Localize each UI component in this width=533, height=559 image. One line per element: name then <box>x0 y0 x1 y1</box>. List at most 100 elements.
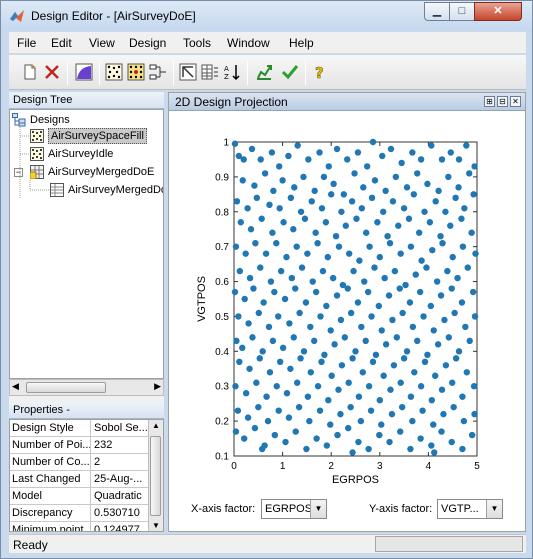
data-point <box>350 267 357 275</box>
tree-horizontal-scrollbar[interactable]: ◀ ▶ <box>9 379 164 396</box>
scroll-left-icon[interactable]: ◀ <box>12 381 19 392</box>
data-point <box>405 215 413 222</box>
property-key: Number of Poi... <box>12 437 91 453</box>
sort-icon[interactable]: AZ <box>223 63 241 81</box>
table-view-icon[interactable] <box>201 63 219 81</box>
status-text: Ready <box>13 538 48 552</box>
data-point <box>242 250 249 257</box>
data-point <box>406 299 414 306</box>
data-point <box>296 309 303 317</box>
title-bar[interactable]: Design Editor - [AirSurveyDoE] ▁ □ ✕ <box>1 1 532 31</box>
data-point <box>349 355 356 362</box>
data-point <box>269 229 276 236</box>
data-point <box>233 198 241 205</box>
collapse-toggle-icon[interactable]: − <box>14 168 23 177</box>
menu-design[interactable]: Design <box>129 36 166 50</box>
space-filling-design-icon[interactable] <box>105 63 123 81</box>
data-point <box>321 351 328 359</box>
tree-item-airsurveyidle[interactable]: AirSurveyIdle <box>30 146 160 162</box>
data-point <box>417 435 424 442</box>
menu-tools[interactable]: Tools <box>183 36 211 50</box>
toolbar: AZ ? <box>9 55 526 90</box>
optimal-design-icon[interactable] <box>127 63 145 81</box>
split-vertical-icon[interactable]: ⊟ <box>497 96 508 107</box>
delete-icon[interactable] <box>43 63 61 81</box>
y-axis-factor-dropdown[interactable]: VGTP... ▼ <box>437 499 503 519</box>
menu-edit[interactable]: Edit <box>51 36 72 50</box>
export-icon[interactable] <box>255 63 273 81</box>
data-point <box>441 316 448 324</box>
close-button[interactable]: ✕ <box>474 2 522 21</box>
data-point <box>448 438 455 446</box>
data-point <box>236 358 243 365</box>
scrollbar-thumb[interactable] <box>150 436 161 516</box>
data-point <box>244 205 251 212</box>
chevron-down-icon[interactable]: ▼ <box>486 500 502 518</box>
data-point <box>452 194 459 202</box>
menu-file[interactable]: File <box>17 36 36 50</box>
table-row[interactable]: Minimum point... 0.124977 <box>10 522 148 531</box>
data-point <box>327 327 334 334</box>
data-point <box>462 323 469 331</box>
data-point <box>293 243 300 250</box>
data-point <box>258 445 266 453</box>
data-point <box>395 222 402 229</box>
data-point <box>303 445 310 453</box>
menu-view[interactable]: View <box>89 36 115 50</box>
chevron-down-icon[interactable]: ▼ <box>310 500 326 518</box>
check-icon[interactable] <box>281 63 299 81</box>
data-point <box>470 383 478 390</box>
tree-item-airsurveymergeddoe-child[interactable]: AirSurveyMergedDoE <box>50 182 163 198</box>
data-point <box>362 337 369 345</box>
x-axis-factor-dropdown[interactable]: EGRPOS ▼ <box>261 499 327 519</box>
data-point <box>412 271 419 278</box>
scatter-plot[interactable]: 0 1 2 3 4 5 0.1 0.2 0.3 0.4 0.5 0.6 0.7 0.8 0.9 1 EGRPOS… <box>169 112 525 492</box>
table-design-icon <box>50 183 64 197</box>
close-view-icon[interactable]: ✕ <box>510 96 521 107</box>
data-point <box>349 449 356 456</box>
table-row[interactable]: Number of Poi... 232 <box>10 437 148 454</box>
data-point <box>402 281 409 289</box>
data-point <box>297 355 304 362</box>
data-point <box>250 285 257 292</box>
menu-window[interactable]: Window <box>227 36 270 50</box>
spacefill-design-icon <box>30 129 44 143</box>
classical-design-icon[interactable] <box>149 63 167 81</box>
data-point <box>302 299 310 306</box>
y-tick-label: 0.4 <box>215 347 229 358</box>
scroll-up-icon[interactable]: ▲ <box>152 421 160 430</box>
minimize-button[interactable]: ▁ <box>424 2 450 21</box>
table-row[interactable]: Discrepancy 0.530710 <box>10 505 148 522</box>
data-point <box>380 372 387 379</box>
data-point <box>246 365 253 372</box>
properties-vertical-scrollbar[interactable]: ▲ ▼ <box>148 420 163 531</box>
tree-item-airsurveyspacefill[interactable]: AirSurveySpaceFill <box>30 128 160 144</box>
design-properties-icon[interactable] <box>179 63 197 81</box>
table-row[interactable]: Design Style Sobol Se... <box>10 420 148 437</box>
tree-item-designs[interactable]: Designs <box>12 112 162 128</box>
data-point <box>231 288 239 296</box>
scroll-down-icon[interactable]: ▼ <box>152 521 160 530</box>
data-point <box>403 348 411 355</box>
data-point <box>329 274 337 282</box>
data-point <box>407 243 415 250</box>
data-point <box>328 372 335 379</box>
menu-help[interactable]: Help <box>289 36 314 50</box>
table-row[interactable]: Last Changed 25-Aug-... <box>10 471 148 488</box>
x-tick-label: 3 <box>377 461 383 472</box>
table-row[interactable]: Model Quadratic <box>10 488 148 505</box>
data-point <box>470 191 477 198</box>
data-point <box>396 285 403 292</box>
table-row[interactable]: Number of Co... 2 <box>10 454 148 471</box>
data-point <box>455 184 462 191</box>
split-horizontal-icon[interactable]: ⊞ <box>484 96 495 107</box>
scrollbar-thumb[interactable] <box>26 382 106 393</box>
merged-design-icon <box>30 165 44 179</box>
help-icon[interactable]: ? <box>311 63 329 81</box>
tree-item-airsurveymergeddoe[interactable]: − AirSurveyMergedDoE <box>14 164 163 180</box>
surface-design-icon[interactable] <box>75 63 93 81</box>
scroll-right-icon[interactable]: ▶ <box>154 381 161 392</box>
data-point <box>371 177 379 184</box>
maximize-button[interactable]: □ <box>449 2 475 21</box>
new-document-icon[interactable] <box>21 63 39 81</box>
